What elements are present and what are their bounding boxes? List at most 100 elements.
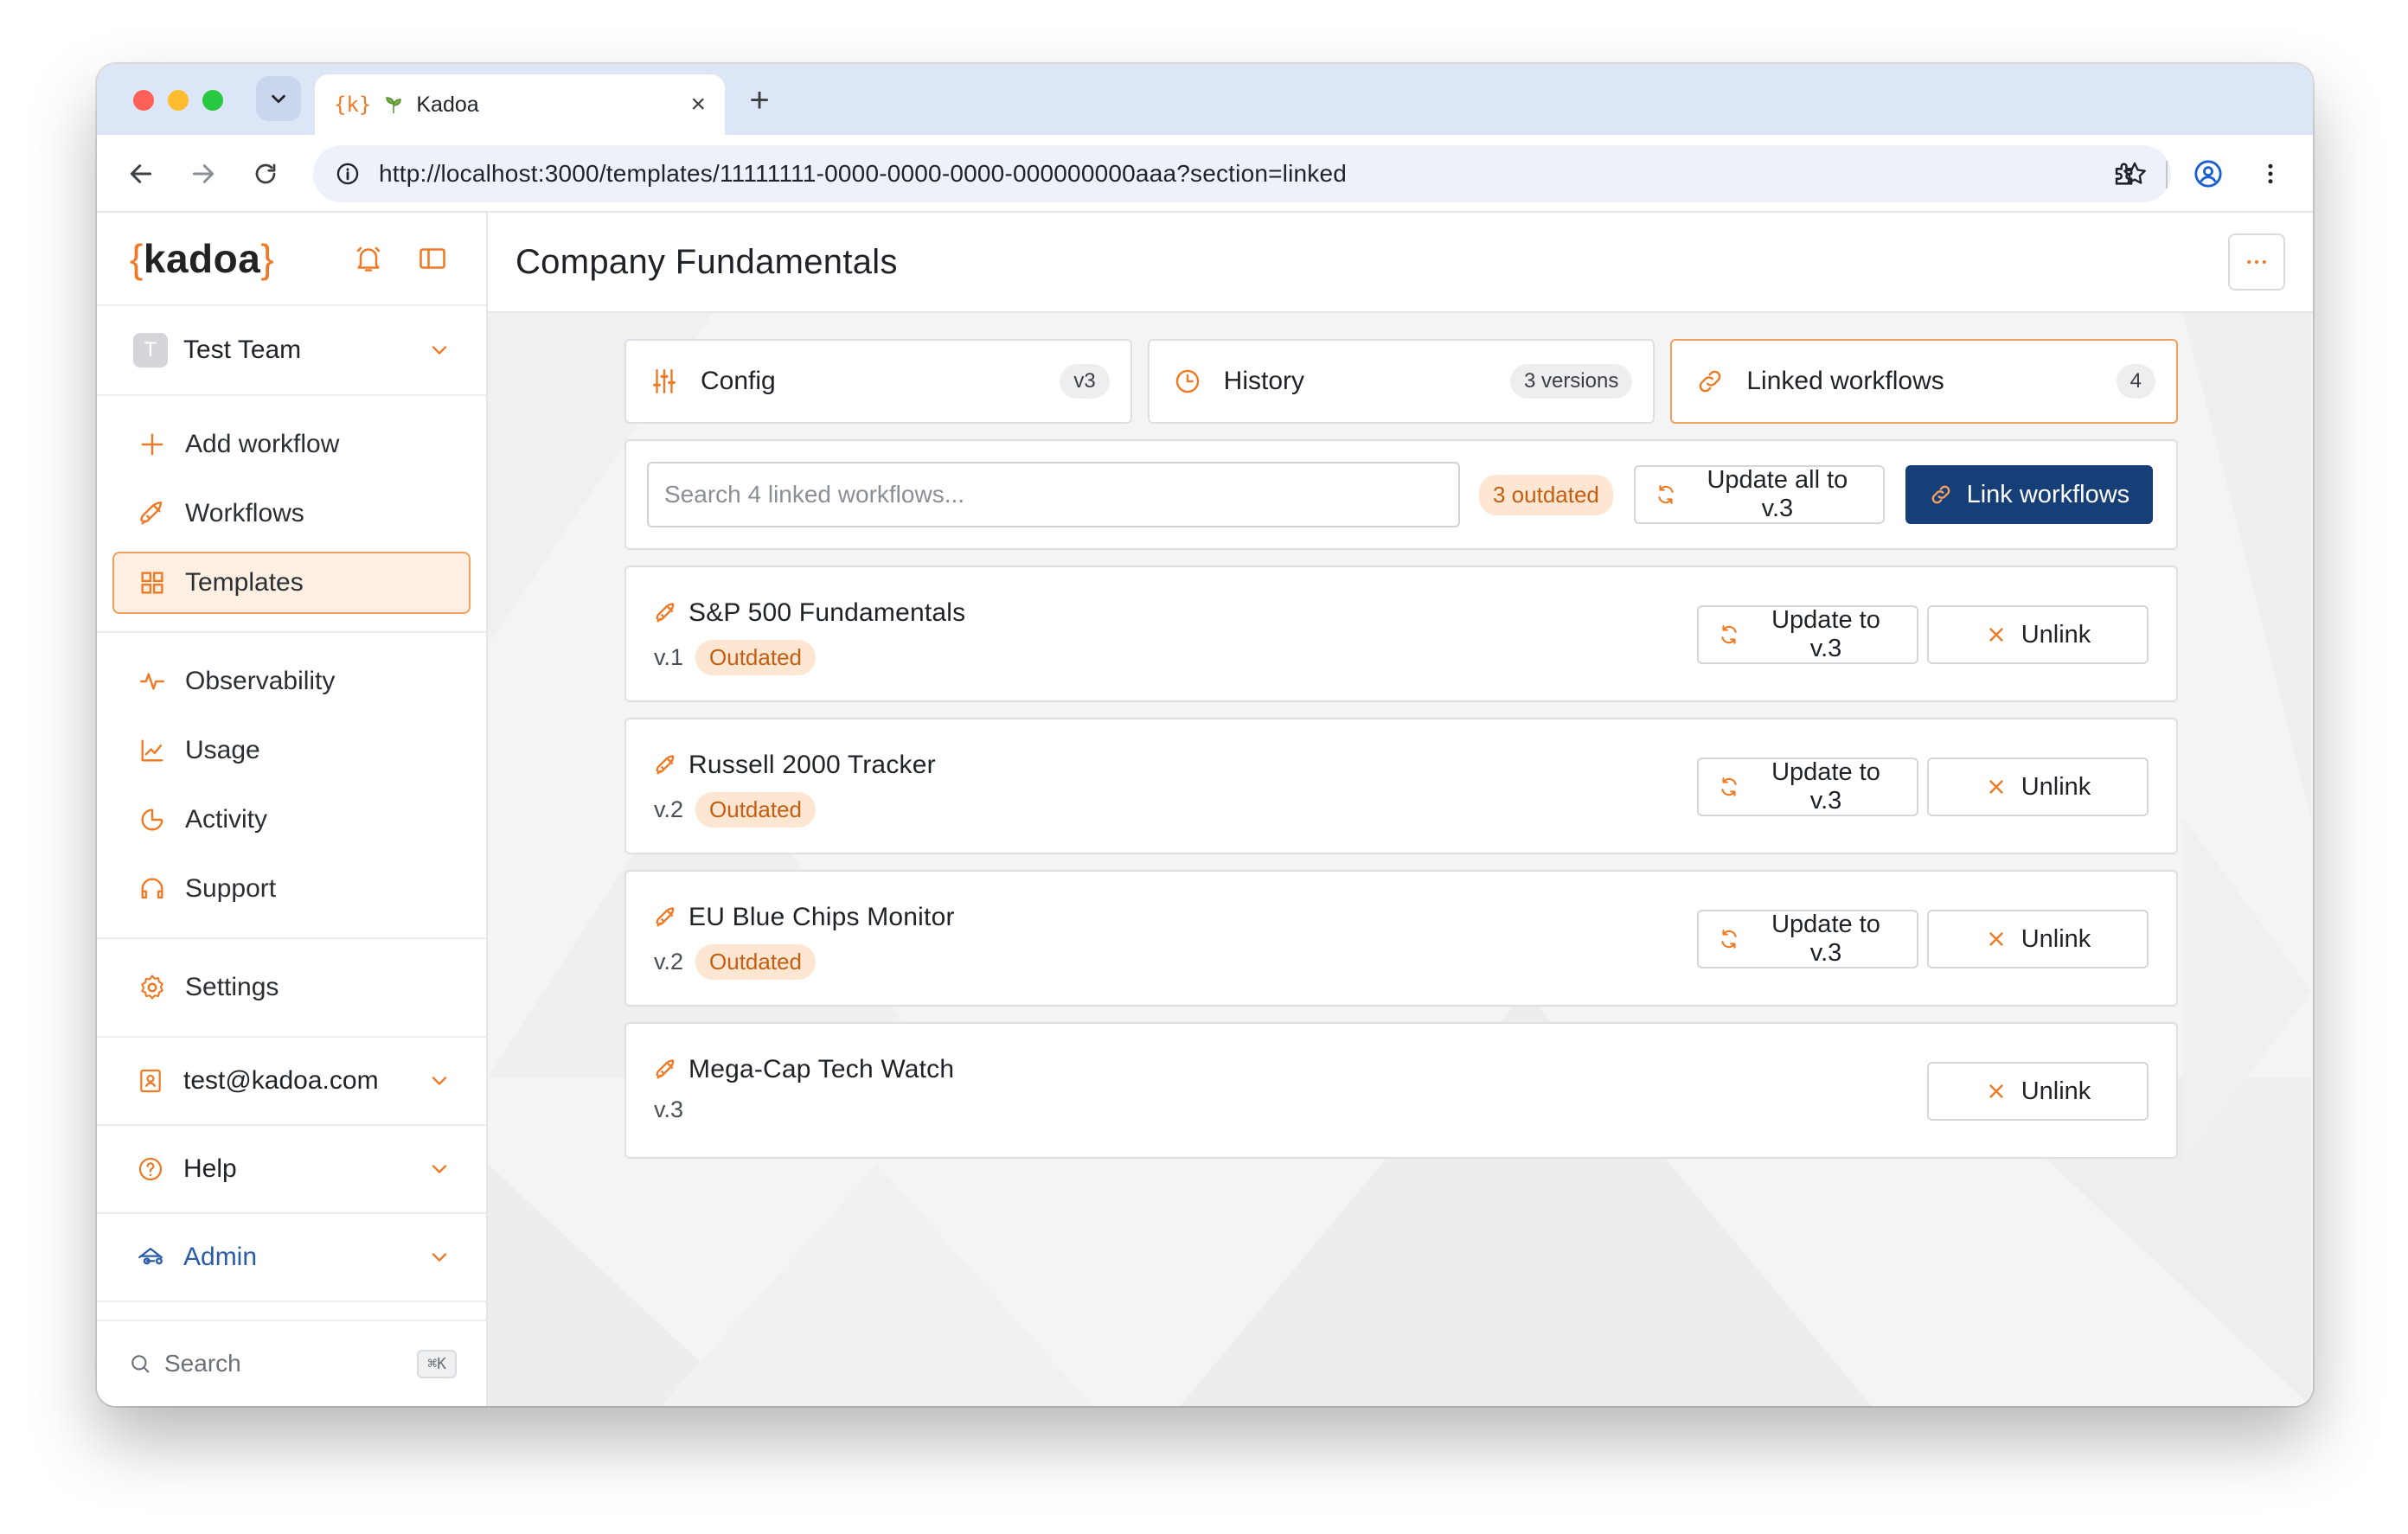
sidebar-item-activity[interactable]: Activity (112, 789, 471, 851)
unlink-button[interactable]: Unlink (1927, 910, 2149, 968)
browser-tab[interactable]: {k} Kadoa × (315, 74, 725, 135)
chevron-down-icon (432, 1165, 447, 1173)
workflow-name[interactable]: EU Blue Chips Monitor (688, 903, 955, 932)
new-tab-button[interactable]: + (737, 78, 782, 123)
account-email: test@kadoa.com (183, 1066, 379, 1095)
sidebar-item-support[interactable]: Support (112, 858, 471, 920)
primary-nav: Add workflow Workflows Templates (97, 396, 486, 633)
maximize-window-button[interactable] (202, 90, 223, 111)
close-icon (1985, 1080, 2008, 1103)
rocket-icon (654, 753, 678, 777)
close-window-button[interactable] (133, 90, 154, 111)
update-workflow-button[interactable]: Update to v.3 (1697, 910, 1918, 968)
help-circle-icon (133, 1152, 168, 1186)
sidebar-item-add-workflow[interactable]: Add workflow (112, 413, 471, 476)
sidebar-header: {kadoa} (97, 213, 486, 306)
sidebar-item-label: Add workflow (185, 430, 340, 458)
sidebar-item-workflows[interactable]: Workflows (112, 483, 471, 545)
team-switcher[interactable]: T Test Team (97, 306, 486, 396)
update-workflow-button[interactable]: Update to v.3 (1697, 757, 1918, 816)
page-header: Company Fundamentals (488, 213, 2313, 313)
grid-icon (135, 566, 170, 600)
forward-button[interactable] (183, 154, 223, 194)
unlink-button[interactable]: Unlink (1927, 605, 2149, 664)
tab-badge: v3 (1060, 364, 1110, 399)
tab-search-button[interactable] (256, 76, 301, 121)
workflow-name[interactable]: Mega-Cap Tech Watch (688, 1055, 954, 1084)
more-options-button[interactable] (2228, 233, 2285, 291)
puzzle-icon (2115, 163, 2133, 185)
refresh-icon (1718, 928, 1740, 950)
tab-badge: 4 (2116, 364, 2156, 399)
linked-workflow-card: EU Blue Chips Monitor v.2 Outdated Updat… (624, 870, 2178, 1007)
outdated-badge: Outdated (695, 640, 816, 675)
sliders-icon (647, 364, 682, 399)
browser-menu-button[interactable] (2251, 154, 2290, 194)
tab-linked-workflows[interactable]: Linked workflows 4 (1670, 339, 2179, 424)
tab-close-icon[interactable]: × (690, 90, 706, 119)
linked-toolbar: 3 outdated Update all to v.3 Link workfl… (624, 439, 2178, 550)
bell-icon (356, 246, 381, 272)
link-icon (1929, 483, 1953, 507)
sidebar-search-label: Search (164, 1350, 241, 1377)
rocket-icon (654, 601, 678, 625)
update-all-button[interactable]: Update all to v.3 (1633, 465, 1885, 524)
update-workflow-button[interactable]: Update to v.3 (1697, 605, 1918, 664)
address-bar[interactable]: http://localhost:3000/templates/11111111… (313, 145, 2171, 202)
sidebar-item-templates[interactable]: Templates (112, 552, 471, 614)
linked-workflow-card: Mega-Cap Tech Watch v.3 Unlink (624, 1022, 2178, 1159)
chevron-down-icon (432, 1253, 447, 1262)
section-tabs: Config v3 History 3 versions Linked work… (624, 339, 2179, 424)
unlink-button[interactable]: Unlink (1927, 1062, 2149, 1121)
toggle-sidebar-button[interactable] (412, 238, 453, 279)
sidebar-item-usage[interactable]: Usage (112, 719, 471, 782)
help-menu[interactable]: Help (97, 1126, 486, 1214)
tab-config[interactable]: Config v3 (624, 339, 1132, 424)
sidebar-item-settings[interactable]: Settings (112, 956, 471, 1019)
link-workflows-button[interactable]: Link workflows (1905, 465, 2153, 524)
account-menu[interactable]: test@kadoa.com (97, 1038, 486, 1126)
unlink-button[interactable]: Unlink (1927, 757, 2149, 816)
extensions-button[interactable] (2105, 154, 2145, 194)
sidebar-panel-icon (419, 248, 445, 269)
secondary-nav: Observability Usage Activity Support (97, 633, 486, 939)
main-content: Company Fundamentals Config v3 History 3 (488, 213, 2313, 1406)
arrow-right-icon (192, 164, 215, 183)
workflow-version: v.2 (654, 949, 684, 975)
reload-button[interactable] (246, 154, 285, 194)
template-content: Config v3 History 3 versions Linked work… (624, 339, 2179, 1159)
sidebar-item-observability[interactable]: Observability (112, 650, 471, 713)
minimize-window-button[interactable] (168, 90, 189, 111)
gear-icon (135, 970, 170, 1005)
notifications-button[interactable] (348, 238, 389, 279)
team-avatar: T (133, 333, 168, 368)
pulse-icon (135, 664, 170, 699)
sidebar-item-label: Support (185, 874, 277, 903)
sidebar-item-label: Observability (185, 667, 336, 695)
linked-search-input[interactable] (647, 462, 1460, 527)
site-info-icon[interactable] (336, 162, 360, 186)
refresh-icon (1718, 776, 1740, 798)
rocket-icon (654, 1058, 678, 1082)
sidebar-item-label: Settings (185, 973, 279, 1001)
close-icon (1985, 776, 2008, 798)
back-button[interactable] (121, 154, 161, 194)
profile-button[interactable] (2188, 154, 2228, 194)
admin-menu[interactable]: Admin (97, 1214, 486, 1302)
workflow-name[interactable]: S&P 500 Fundamentals (688, 598, 965, 628)
sidebar-item-label: Workflows (185, 499, 304, 527)
chevron-down-icon (272, 94, 285, 104)
kadoa-logo[interactable]: {kadoa} (130, 235, 325, 282)
browser-window: {k} Kadoa × + http://localhost:3000/temp… (97, 64, 2313, 1406)
tab-history[interactable]: History 3 versions (1147, 339, 1656, 424)
workflow-version: v.1 (654, 644, 684, 670)
outdated-badge: Outdated (695, 792, 816, 828)
outdated-badge: Outdated (695, 944, 816, 980)
workflow-name[interactable]: Russell 2000 Tracker (688, 751, 936, 780)
sidebar-search[interactable]: Search ⌘K (97, 1320, 486, 1406)
linked-workflow-card: S&P 500 Fundamentals v.1 Outdated Update… (624, 566, 2178, 702)
user-badge-icon (133, 1064, 168, 1098)
profile-icon (2194, 160, 2222, 188)
tab-strip: {k} Kadoa × + (97, 64, 2313, 135)
sprout-icon (386, 97, 402, 113)
